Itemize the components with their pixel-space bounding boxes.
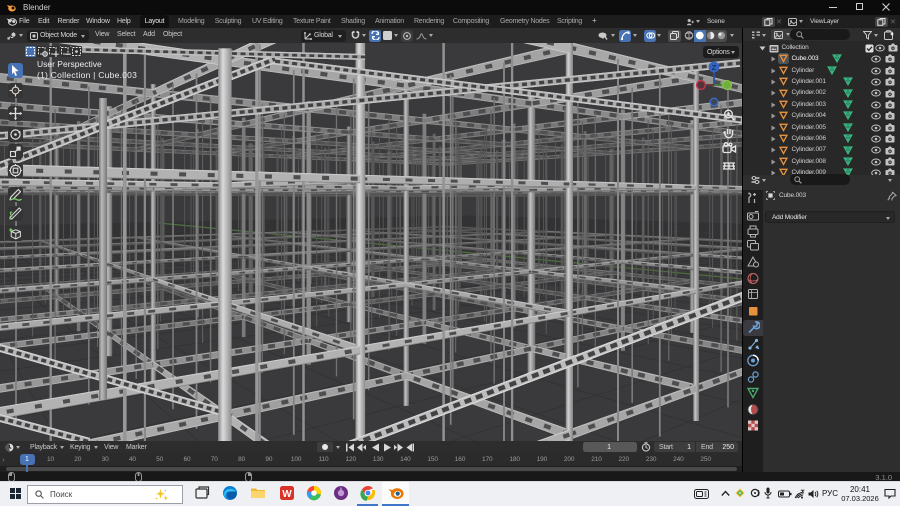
svg-text:W: W [282, 489, 292, 500]
svg-text:Z: Z [712, 63, 717, 72]
